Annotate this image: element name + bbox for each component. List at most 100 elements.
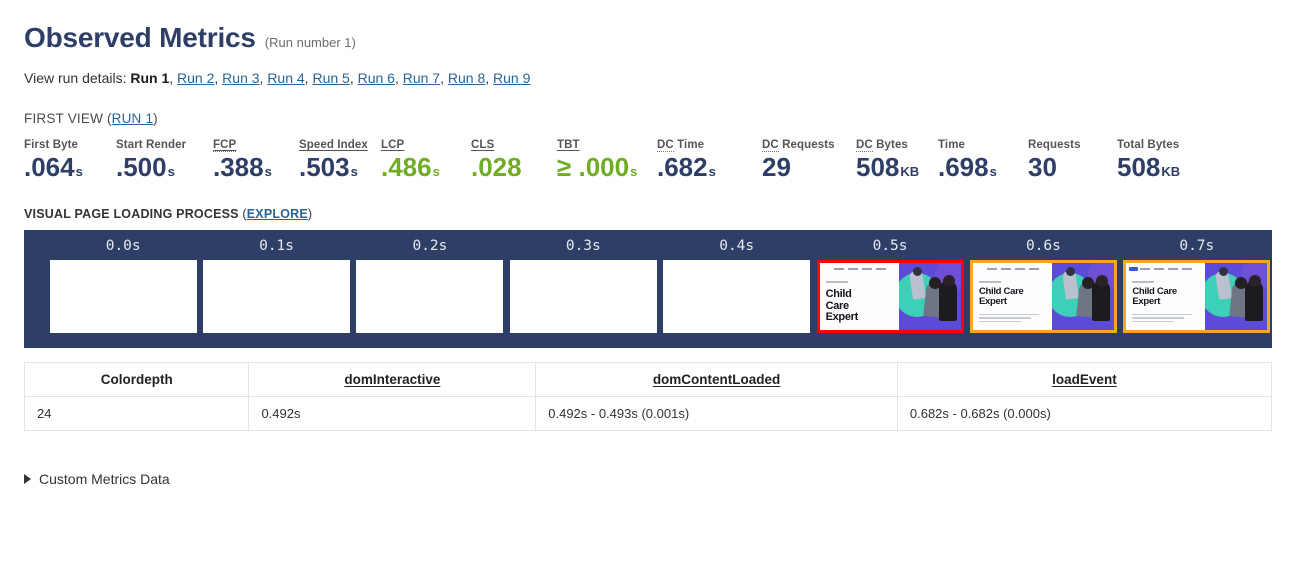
run-link-9[interactable]: Run 9 [493, 70, 530, 86]
eyebrow-text [978, 281, 1001, 284]
metric-value: 29 [762, 152, 791, 182]
run-link-7[interactable]: Run 7 [403, 70, 440, 86]
metric-value: .028 [471, 152, 522, 182]
metric-value: 30 [1028, 152, 1057, 182]
run-separator: , [440, 70, 448, 86]
table-column-header[interactable]: domInteractive [248, 362, 537, 398]
filmstrip-time-label: 0.2s [412, 238, 448, 255]
hero-headline: Child Care Expert [1132, 286, 1177, 308]
metric-label-link[interactable]: FCP [213, 139, 237, 152]
explore-link[interactable]: EXPLORE [247, 207, 308, 221]
first-view-prefix: FIRST VIEW ( [24, 111, 112, 126]
metric-dc-requests: DC Requests 29 [762, 139, 856, 181]
table-column-header[interactable]: loadEvent [896, 362, 1273, 398]
metric-unit: KB [900, 164, 920, 179]
filmstrip-thumbnail[interactable] [49, 260, 197, 334]
filmstrip-frame: 0.6s Child Care Expert [968, 238, 1118, 334]
filmstrip: 0.0s 0.1s 0.2s 0.3s 0.4s 0.5s Child Care Expert 0… [24, 230, 1272, 349]
body-text-lines [978, 313, 1039, 325]
metric-speed-index: Speed Index .503s [299, 139, 381, 181]
filmstrip-thumbnail[interactable] [203, 260, 351, 334]
metric-label-link[interactable]: LCP [381, 139, 404, 151]
metric-total-bytes: Total Bytes 508KB [1117, 139, 1207, 181]
metric-label-link[interactable]: Speed Index [299, 139, 368, 151]
filmstrip-frame: 0.1s [201, 238, 351, 334]
metric-value: .503s [299, 152, 358, 182]
table-column-header-link[interactable]: loadEvent [1052, 372, 1117, 387]
filmstrip-thumbnail[interactable] [509, 260, 657, 334]
table-column-header-link[interactable]: domContentLoaded [653, 372, 781, 387]
observed-metrics-strip: First Byte .064s Start Render .500s FCP .388s… [24, 139, 1276, 181]
metric-label-text: Requests [778, 139, 835, 151]
filmstrip-thumbnail[interactable]: Child Care Expert [816, 260, 964, 334]
metric-label-text: Bytes [872, 139, 908, 151]
metric-requests: Requests 30 [1028, 139, 1117, 181]
metric-unit: s [350, 164, 358, 179]
filmstrip-frame: 0.7s Child Care Expert [1122, 238, 1272, 334]
table-cell: 0.682s - 0.682s (0.000s) [896, 396, 1273, 432]
first-view-run-link[interactable]: RUN 1 [112, 111, 154, 126]
metric-fcp: FCP .388s [213, 139, 299, 181]
filmstrip-thumbnail[interactable] [356, 260, 504, 334]
eyebrow-text [825, 281, 848, 284]
metric-value: 508KB [1117, 152, 1181, 182]
metric-label-abbr: DC [657, 139, 674, 152]
triangle-right-icon [24, 474, 31, 485]
metric-label[interactable]: TBT [557, 139, 657, 151]
metric-value: .500s [116, 152, 175, 182]
filmstrip-thumbnail[interactable]: Child Care Expert [969, 260, 1117, 334]
metric-dc-time: DC Time .682s [657, 139, 762, 181]
metric-label: Start Render [116, 139, 187, 151]
run-link-3[interactable]: Run 3 [222, 70, 259, 86]
filmstrip-thumbnail[interactable]: Child Care Expert [1123, 260, 1271, 334]
eyebrow-text [1132, 281, 1155, 284]
metric-label-link[interactable]: TBT [557, 139, 580, 151]
run-links-group: Run 2, Run 3, Run 4, Run 5, Run 6, Run 7… [177, 70, 530, 86]
metric-label[interactable]: CLS [471, 139, 557, 151]
filmstrip-time-label: 0.0s [105, 238, 141, 255]
page-screenshot-preview: Child Care Expert [819, 263, 961, 331]
metric-value: .682s [657, 152, 716, 182]
filmstrip-frame: 0.0s [48, 238, 198, 334]
metric-label[interactable]: LCP [381, 139, 471, 151]
filmstrip-thumbnail[interactable] [663, 260, 811, 334]
table-column-header[interactable]: domContentLoaded [535, 362, 898, 398]
metric-unit: s [989, 164, 997, 179]
metric-label: Time [938, 139, 966, 151]
table-body: 24 0.492s 0.492s - 0.493s (0.001s) 0.682s -… [23, 396, 1273, 432]
metric-unit: KB [1161, 164, 1181, 179]
metric-unit: s [75, 164, 83, 179]
metric-lcp: LCP .486s [381, 139, 471, 181]
run-link-6[interactable]: Run 6 [358, 70, 395, 86]
table-cell: 0.492s - 0.493s (0.001s) [535, 396, 898, 432]
table-column-header: Colordepth [23, 362, 250, 398]
page-header: Observed Metrics (Run number 1) [24, 22, 1276, 54]
run-link-8[interactable]: Run 8 [448, 70, 485, 86]
table-column-header-link[interactable]: domInteractive [344, 372, 440, 387]
custom-metrics-disclosure[interactable]: Custom Metrics Data [24, 471, 170, 487]
metric-label[interactable]: FCP [213, 139, 299, 152]
run-link-5[interactable]: Run 5 [312, 70, 349, 86]
run-link-4[interactable]: Run 4 [267, 70, 304, 86]
page-root: Observed Metrics (Run number 1) View run… [0, 0, 1300, 487]
metric-value: ≥ .000s [557, 152, 638, 182]
nav-links [833, 268, 886, 271]
metric-value: .064s [24, 152, 83, 182]
visual-loading-title: VISUAL PAGE LOADING PROCESS [24, 207, 239, 222]
metric-label-link[interactable]: CLS [471, 139, 494, 151]
run-details-row: View run details: Run 1, Run 2, Run 3, R… [24, 70, 1276, 86]
filmstrip-frame: 0.3s [508, 238, 658, 334]
run-link-2[interactable]: Run 2 [177, 70, 214, 86]
filmstrip-frame: 0.2s [355, 238, 505, 334]
metric-value: .388s [213, 152, 272, 182]
metric-time: Time .698s [938, 139, 1028, 181]
paren-close: ) [307, 207, 313, 222]
metric-start-render: Start Render .500s [116, 139, 213, 181]
metric-value: 508KB [856, 152, 920, 182]
body-text-lines [1132, 313, 1193, 325]
metric-label: DC Bytes [856, 139, 938, 152]
run-separator: , [169, 70, 174, 86]
metric-label: First Byte [24, 139, 79, 151]
run-link-current: Run 1 [130, 70, 170, 86]
metric-label[interactable]: Speed Index [299, 139, 381, 151]
